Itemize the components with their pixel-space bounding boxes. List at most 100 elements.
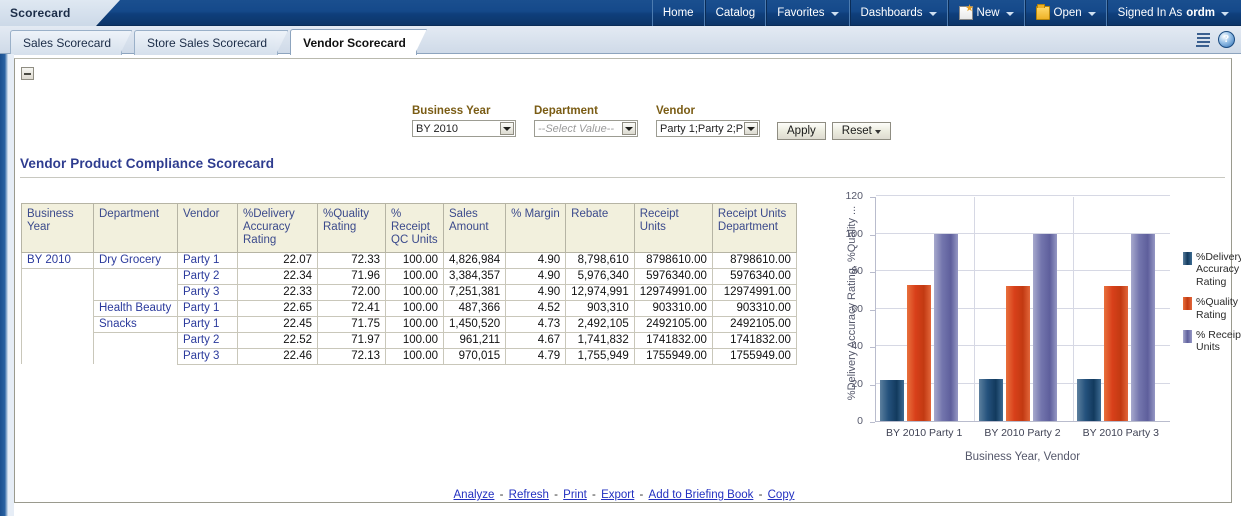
nav-catalog[interactable]: Catalog: [704, 0, 767, 26]
col-header-vendor[interactable]: Vendor: [177, 203, 238, 253]
cell-quality-rating: 72.41: [317, 299, 386, 317]
nav-dashboards[interactable]: Dashboards: [849, 0, 948, 26]
col-header-margin[interactable]: % Margin: [505, 203, 567, 253]
chart-y-tick-label: 120: [845, 190, 863, 202]
cell-sales-amount: 970,015: [442, 347, 507, 365]
chart-bar[interactable]: [978, 379, 1003, 421]
chart-bar[interactable]: [907, 285, 932, 421]
chart-legend-label: % Receipt QC Units: [1196, 328, 1241, 354]
chart-y-tick-label: 100: [845, 227, 863, 240]
footer-link-add-to-briefing-book[interactable]: Add to Briefing Book: [649, 489, 754, 501]
nav-favorites[interactable]: Favorites: [766, 0, 850, 26]
chart-bar[interactable]: [1103, 286, 1128, 421]
apply-button[interactable]: Apply: [777, 122, 826, 140]
chevron-down-icon: [874, 130, 881, 134]
tab-vendor-scorecard[interactable]: Vendor Scorecard: [290, 29, 417, 55]
chart-bar[interactable]: [1130, 233, 1155, 421]
dashboard-content-panel: Business Year BY 2010 Department --Selec…: [14, 58, 1241, 503]
cell-receipt-qc-units: 100.00: [385, 315, 444, 333]
footer-link-copy[interactable]: Copy: [768, 489, 795, 501]
chart-y-tick-mark: [870, 197, 875, 198]
cell-rebate: 5,976,340: [565, 267, 635, 285]
page-options-icon[interactable]: [1194, 30, 1214, 49]
chart-bar[interactable]: [1005, 286, 1030, 421]
chart-bar[interactable]: [880, 379, 905, 421]
chart-legend-item[interactable]: %Quality Rating: [1183, 296, 1241, 321]
department-label: Department: [534, 105, 598, 117]
new-page-icon: [958, 6, 973, 20]
cell-rebate: 1,741,832: [565, 331, 635, 349]
chart-bar[interactable]: [1032, 233, 1057, 421]
cell-department: [93, 332, 178, 349]
chart-legend-item[interactable]: %Delivery Accuracy Rating: [1183, 251, 1241, 288]
col-header-rebate[interactable]: Rebate: [565, 203, 635, 253]
footer-link-export[interactable]: Export: [601, 489, 634, 501]
nav-open-label: Open: [1053, 7, 1082, 19]
cell-sales-amount: 961,211: [442, 331, 507, 349]
department-value: --Select Value--: [538, 122, 615, 135]
cell-rebate: 8,798,610: [565, 251, 635, 269]
chart-x-axis-label: Business Year, Vendor: [964, 451, 1081, 463]
cell-department: Snacks: [93, 315, 178, 333]
cell-department: [93, 348, 178, 365]
cell-quality-rating: 72.33: [317, 251, 386, 269]
table-row: Snacks Party 1 22.45 71.75 100.00 1,450,520 4.…: [21, 315, 797, 333]
chevron-down-icon: [830, 12, 839, 16]
chart-bar[interactable]: [1076, 379, 1101, 421]
col-header-receipt-qc-units[interactable]: % Receipt QC Units: [385, 203, 444, 253]
tab-sales-scorecard[interactable]: Sales Scorecard: [10, 30, 123, 55]
vendor-select[interactable]: Party 1;Party 2;P: [656, 120, 760, 137]
department-dropdown-arrow[interactable]: [622, 122, 636, 135]
cell-business-year: [21, 268, 94, 285]
col-header-department[interactable]: Department: [93, 203, 178, 253]
cell-vendor: Party 2: [177, 267, 238, 285]
col-header-quality-rating[interactable]: %Quality Rating: [317, 203, 386, 253]
col-header-sales-amount[interactable]: Sales Amount: [442, 203, 507, 253]
cell-margin: 4.90: [505, 283, 567, 301]
tab-store-sales-scorecard[interactable]: Store Sales Scorecard: [134, 30, 279, 55]
chart-x-tick-label: BY 2010 Party 1: [886, 427, 963, 439]
reset-button[interactable]: Reset: [831, 122, 891, 140]
report-action-links: Analyze - Refresh - Print - Export - Add…: [15, 489, 1233, 501]
col-header-receipt-units-department[interactable]: Receipt Units Department: [711, 203, 797, 253]
col-header-delivery-accuracy-rating[interactable]: %Delivery Accuracy Rating: [237, 203, 318, 253]
nav-new[interactable]: New: [947, 0, 1025, 26]
col-header-business-year[interactable]: Business Year: [21, 203, 94, 253]
footer-link-refresh[interactable]: Refresh: [509, 489, 549, 501]
dashboard-tab-actions: ?: [1194, 30, 1235, 49]
dashboard-tab-strip: Sales Scorecard Store Sales Scorecard Ve…: [0, 26, 1241, 55]
col-header-receipt-units[interactable]: Receipt Units: [633, 203, 713, 253]
chevron-down-icon: [747, 126, 755, 131]
chart-legend-item[interactable]: % Receipt QC Units: [1183, 329, 1241, 354]
cell-margin: 4.67: [505, 331, 567, 349]
cell-business-year: BY 2010: [21, 251, 94, 269]
business-year-dropdown-arrow[interactable]: [500, 122, 514, 135]
cell-business-year: [21, 300, 94, 317]
cell-receipt-units: 903310.00: [633, 299, 713, 317]
chart-y-tick-mark: [870, 384, 875, 386]
help-icon[interactable]: ?: [1218, 31, 1235, 48]
nav-dashboards-label: Dashboards: [860, 7, 923, 19]
nav-open[interactable]: Open: [1024, 0, 1107, 26]
chart-gridline: [876, 270, 1170, 271]
cell-delivery-accuracy: 22.46: [237, 347, 318, 365]
cell-quality-rating: 72.13: [317, 347, 386, 365]
chart-legend: %Delivery Accuracy Rating %Quality Rating…: [1183, 251, 1241, 362]
vendor-dropdown-arrow[interactable]: [744, 122, 758, 135]
department-select[interactable]: --Select Value--: [534, 120, 638, 137]
prompt-business-year: Business Year BY 2010: [412, 105, 516, 137]
chart-y-tick-mark: [870, 422, 875, 423]
cell-quality-rating: 71.96: [317, 267, 386, 285]
chevron-down-icon: [503, 126, 511, 131]
collapse-section-icon[interactable]: [21, 67, 34, 80]
cell-margin: 4.73: [505, 315, 567, 333]
current-user: ordm: [1186, 7, 1215, 19]
footer-link-analyze[interactable]: Analyze: [454, 489, 495, 501]
cell-receipt-units: 1741832.00: [633, 331, 713, 349]
nav-signed-in-as[interactable]: Signed In As ordm: [1106, 0, 1239, 26]
cell-rebate: 12,974,991: [565, 283, 635, 301]
business-year-select[interactable]: BY 2010: [412, 120, 516, 137]
chart-bar[interactable]: [934, 233, 959, 421]
footer-link-print[interactable]: Print: [563, 489, 587, 501]
nav-home[interactable]: Home: [651, 0, 705, 26]
